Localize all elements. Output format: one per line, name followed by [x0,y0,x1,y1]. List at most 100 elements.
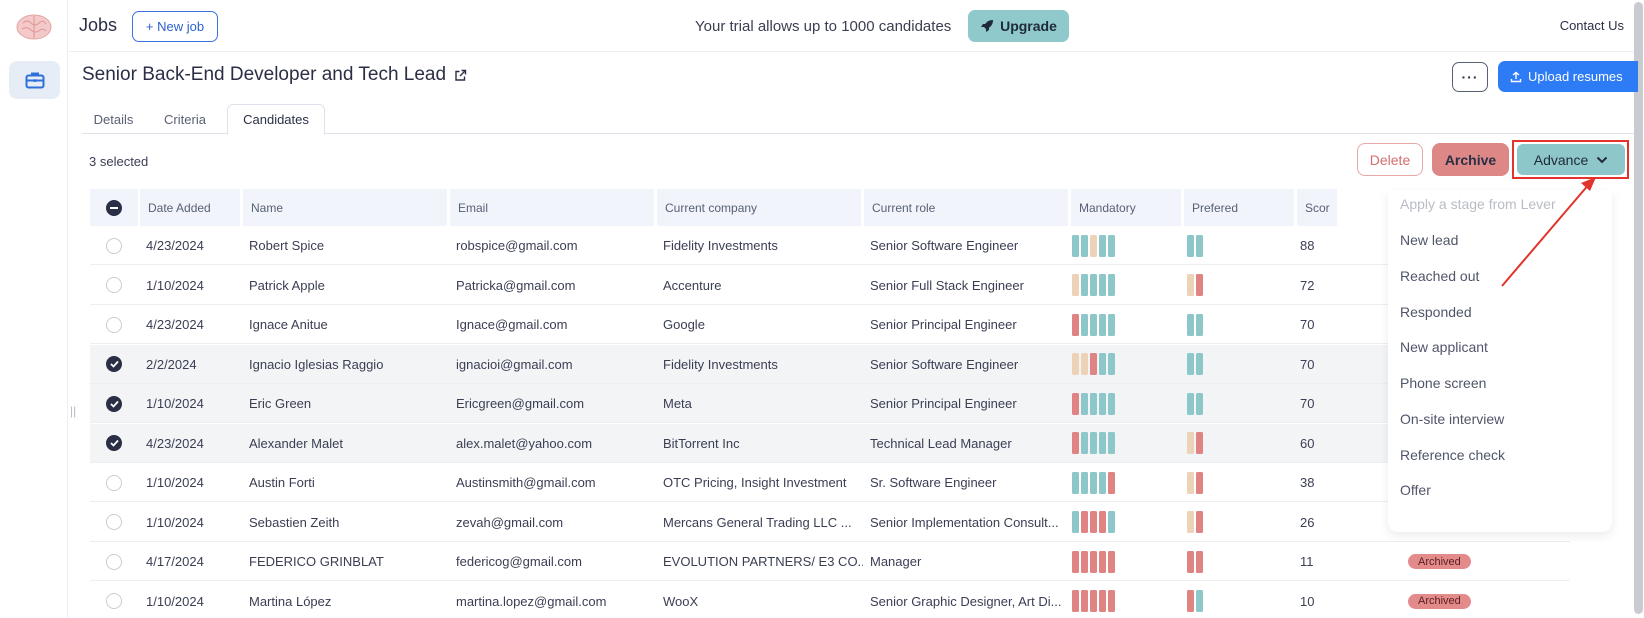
column-header-name[interactable]: Name [243,189,447,226]
mandatory-criteria-bars[interactable] [1072,384,1115,423]
table-row[interactable]: 2/2/2024 Ignacio Iglesias Raggio ignacioi@… [90,344,1570,384]
criteria-bar [1187,313,1194,336]
page-scrollbar[interactable] [1634,2,1643,614]
row-checkbox[interactable] [106,474,122,491]
menu-item-phone-screen[interactable]: Phone screen [1400,375,1486,391]
row-select-cell[interactable] [106,345,122,384]
row-checkbox[interactable] [106,277,122,293]
menu-item-reference-check[interactable]: Reference check [1400,447,1505,463]
table-row[interactable]: 1/10/2024 Eric Green Ericgreen@gmail.com Me… [90,384,1570,423]
prefered-criteria-bars[interactable] [1187,384,1203,423]
criteria-bar [1196,234,1203,257]
column-header-prefered[interactable]: Prefered [1184,189,1294,226]
table-row[interactable]: 4/23/2024 Ignace Anitue Ignace@gmail.com Go… [90,305,1570,344]
prefered-criteria-bars[interactable] [1187,305,1203,344]
advance-button[interactable]: Advance [1517,144,1625,175]
row-checkbox-checked[interactable] [106,356,122,372]
jobs-nav-button[interactable] [9,61,60,99]
menu-item-new-lead[interactable]: New lead [1400,232,1458,248]
column-header-mandatory[interactable]: Mandatory [1071,189,1181,226]
row-checkbox-checked[interactable] [106,435,122,451]
table-row[interactable]: 4/23/2024 Robert Spice robspice@gmail.com F… [90,226,1570,265]
cell-email[interactable]: Ericgreen@gmail.com [456,384,584,423]
prefered-criteria-bars[interactable] [1187,542,1203,581]
row-select-cell[interactable] [106,424,122,463]
mandatory-criteria-bars[interactable] [1072,582,1115,618]
mandatory-criteria-bars[interactable] [1072,542,1115,581]
row-checkbox[interactable] [106,316,122,333]
row-select-cell[interactable] [106,226,122,265]
tab-criteria[interactable]: Criteria [150,104,220,135]
menu-item-new-applicant[interactable]: New applicant [1400,339,1488,355]
table-row[interactable]: 4/17/2024 FEDERICO GRINBLAT federicog@gmai… [90,542,1570,581]
cell-score: 11 [1300,554,1314,569]
menu-item-offer[interactable]: Offer [1400,482,1431,498]
upload-resumes-label: Upload resumes [1528,69,1623,84]
prefered-criteria-bars[interactable] [1187,266,1203,305]
external-link-icon[interactable] [454,69,467,82]
cell-email[interactable]: zevah@gmail.com [456,503,563,542]
prefered-criteria-bars[interactable] [1187,463,1203,502]
column-header-email[interactable]: Email [450,189,654,226]
tab-details[interactable]: Details [82,104,145,135]
cell-email[interactable]: federicog@gmail.com [456,542,582,581]
row-checkbox-checked[interactable] [106,395,122,412]
prefered-criteria-bars[interactable] [1187,345,1203,384]
upgrade-button[interactable]: Upgrade [968,10,1069,42]
row-select-cell[interactable] [106,384,122,423]
mandatory-criteria-bars[interactable] [1072,266,1115,305]
menu-item-responded[interactable]: Responded [1400,304,1472,320]
row-select-cell[interactable] [106,503,122,542]
upload-resumes-button[interactable]: Upload resumes [1498,61,1638,92]
row-checkbox[interactable] [106,593,122,609]
mandatory-criteria-bars[interactable] [1072,503,1115,542]
select-all-checkbox[interactable] [106,199,122,216]
cell-email[interactable]: Patricka@gmail.com [456,266,575,305]
row-checkbox[interactable] [106,514,122,530]
mandatory-criteria-bars[interactable] [1072,305,1115,344]
row-select-cell[interactable] [106,463,122,502]
prefered-criteria-bars[interactable] [1187,503,1203,542]
cell-email[interactable]: martina.lopez@gmail.com [456,582,606,618]
cell-email[interactable]: Ignace@gmail.com [456,305,567,344]
criteria-bar [1108,234,1115,257]
table-row[interactable]: 1/10/2024 Patrick Apple Patricka@gmail.com… [90,266,1570,305]
mandatory-criteria-bars[interactable] [1072,424,1115,463]
row-select-cell[interactable] [106,582,122,618]
prefered-criteria-bars[interactable] [1187,424,1203,463]
column-header-current-role[interactable]: Current role [864,189,1068,226]
job-tabs: Details Criteria Candidates [82,104,1634,135]
cell-email[interactable]: alex.malet@yahoo.com [456,424,592,463]
new-job-button[interactable]: + New job [132,11,218,42]
mandatory-criteria-bars[interactable] [1072,345,1115,384]
table-row[interactable]: 1/10/2024 Austin Forti Austinsmith@gmail.c… [90,463,1570,502]
tab-candidates[interactable]: Candidates [227,104,325,135]
criteria-bar [1108,392,1115,415]
cell-email[interactable]: robspice@gmail.com [456,226,578,265]
table-row[interactable]: 1/10/2024 Sebastien Zeith zevah@gmail.com M… [90,503,1570,542]
row-checkbox[interactable] [106,553,122,570]
table-row[interactable]: 4/23/2024 Alexander Malet alex.malet@yahoo… [90,423,1570,463]
row-select-cell[interactable] [106,542,122,581]
table-row[interactable]: 1/10/2024 Martina López martina.lopez@gmai… [90,582,1570,618]
cell-email[interactable]: ignacioi@gmail.com [456,345,573,384]
row-select-cell[interactable] [106,266,122,305]
select-all-cell[interactable] [90,189,138,226]
column-header-current-company[interactable]: Current company [657,189,861,226]
row-select-cell[interactable] [106,305,122,344]
cell-email[interactable]: Austinsmith@gmail.com [456,463,596,502]
mandatory-criteria-bars[interactable] [1072,226,1115,265]
mandatory-criteria-bars[interactable] [1072,463,1115,502]
panel-resize-handle[interactable]: || [70,404,76,418]
archive-button[interactable]: Archive [1432,143,1509,176]
delete-button[interactable]: Delete [1357,143,1423,176]
more-options-button[interactable]: ··· [1452,62,1488,92]
row-checkbox[interactable] [106,237,122,254]
menu-item-on-site-interview[interactable]: On-site interview [1400,411,1504,427]
contact-us-link[interactable]: Contact Us [1560,18,1624,33]
menu-item-reached-out[interactable]: Reached out [1400,268,1479,284]
column-header-score[interactable]: Scor [1297,189,1337,226]
prefered-criteria-bars[interactable] [1187,226,1203,265]
column-header-date-added[interactable]: Date Added [140,189,240,226]
prefered-criteria-bars[interactable] [1187,582,1203,618]
